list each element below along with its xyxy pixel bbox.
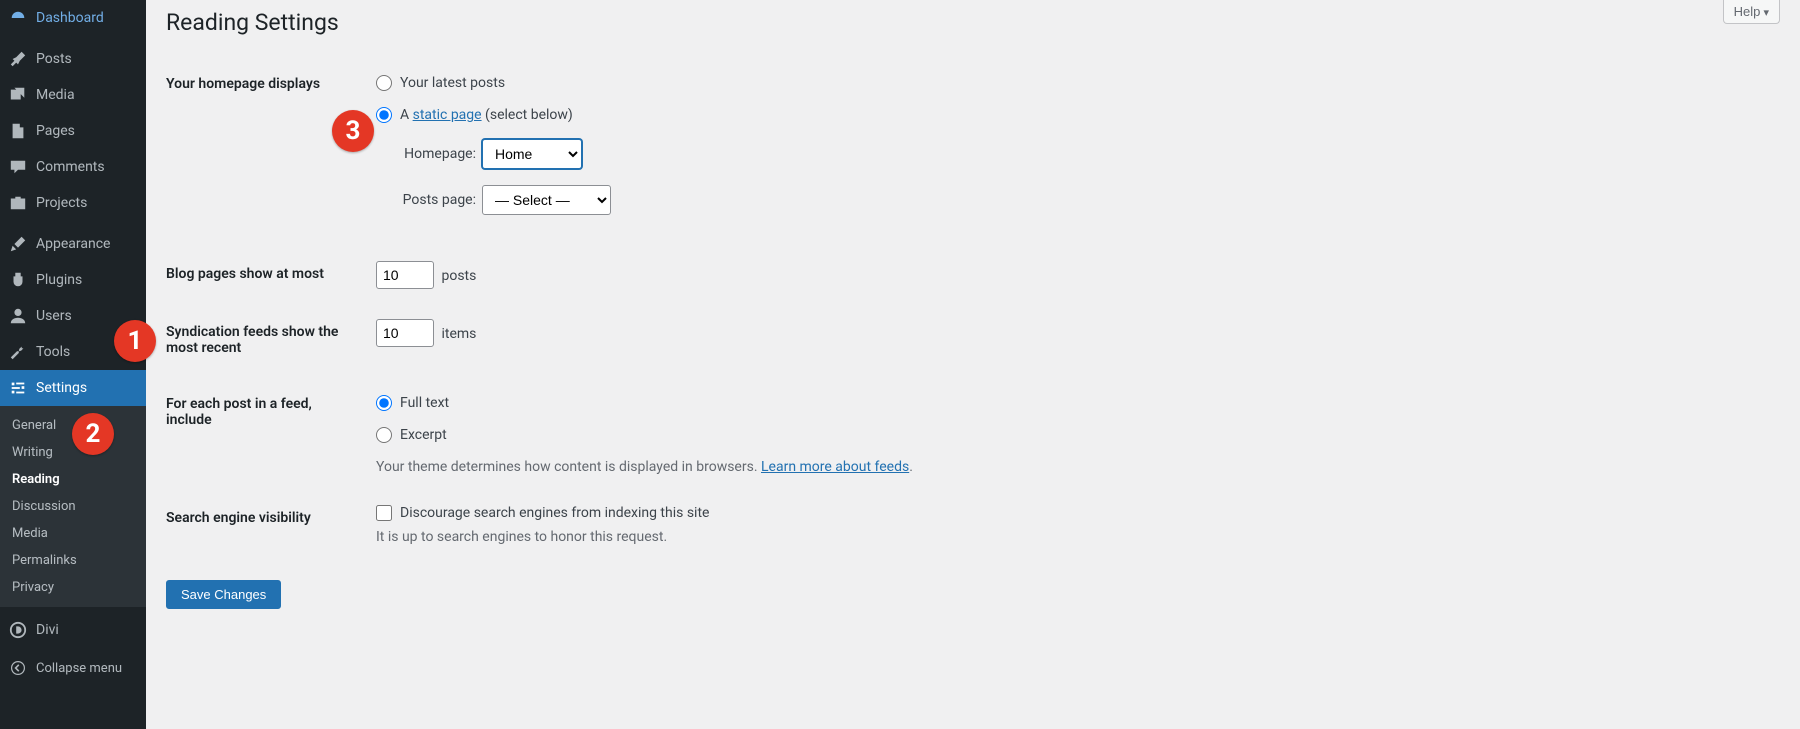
blog-pages-input[interactable] — [376, 261, 434, 289]
annotation-badge-2: 2 — [72, 413, 114, 455]
collapse-menu-button[interactable]: Collapse menu — [0, 650, 146, 686]
submenu-item-reading[interactable]: Reading — [0, 466, 146, 493]
sidebar-item-label: Plugins — [36, 272, 82, 288]
save-changes-button[interactable]: Save Changes — [166, 580, 281, 609]
sidebar-item-label: Users — [36, 308, 72, 324]
field-label-blogpages: Blog pages show at most — [166, 246, 366, 304]
syndication-input[interactable] — [376, 319, 434, 347]
feed-desc-prefix: Your theme determines how content is dis… — [376, 459, 761, 475]
sidebar-item-projects[interactable]: Projects — [0, 185, 146, 221]
submenu-item-privacy[interactable]: Privacy — [0, 574, 146, 601]
collapse-menu-label: Collapse menu — [36, 661, 122, 676]
portfolio-icon — [8, 193, 28, 213]
submenu-item-discussion[interactable]: Discussion — [0, 493, 146, 520]
annotation-badge-1: 1 — [114, 320, 156, 362]
collapse-icon — [8, 658, 28, 678]
homepage-select[interactable]: Home — [482, 139, 582, 169]
sidebar-item-comments[interactable]: Comments — [0, 149, 146, 185]
postspage-select-label: Posts page: — [396, 192, 476, 208]
feed-include-description: Your theme determines how content is dis… — [376, 459, 1770, 475]
settings-icon — [8, 378, 28, 398]
sidebar-item-label: Comments — [36, 159, 105, 175]
sidebar-item-plugins[interactable]: Plugins — [0, 262, 146, 298]
field-label-feed-include: For each post in a feed, include — [166, 376, 366, 490]
static-page-link[interactable]: static page — [413, 107, 482, 123]
search-visibility-description: It is up to search engines to honor this… — [376, 529, 1770, 545]
admin-sidebar: Dashboard Posts Media Pages Commen — [0, 0, 146, 729]
radio-static-page-label[interactable]: A static page (select below) — [400, 107, 573, 123]
pin-icon — [8, 49, 28, 69]
sidebar-item-label: Settings — [36, 380, 87, 396]
user-icon — [8, 306, 28, 326]
help-button[interactable]: Help — [1723, 0, 1780, 24]
discourage-search-checkbox[interactable] — [376, 505, 392, 521]
radio-static-page[interactable] — [376, 107, 392, 123]
submenu-item-media[interactable]: Media — [0, 520, 146, 547]
sidebar-item-pages[interactable]: Pages — [0, 113, 146, 149]
static-prefix-text: A — [400, 107, 413, 123]
wrench-icon — [8, 342, 28, 362]
media-icon — [8, 85, 28, 105]
submenu-item-permalinks[interactable]: Permalinks — [0, 547, 146, 574]
sidebar-item-media[interactable]: Media — [0, 77, 146, 113]
brush-icon — [8, 234, 28, 254]
sidebar-item-label: Media — [36, 87, 75, 103]
field-label-homepage: Your homepage displays — [166, 56, 366, 246]
sidebar-item-label: Pages — [36, 123, 75, 139]
syndication-suffix: items — [441, 326, 476, 342]
main-content: Help Reading Settings Your homepage disp… — [146, 0, 1800, 729]
homepage-select-label: Homepage: — [396, 146, 476, 162]
sidebar-item-label: Divi — [36, 622, 59, 638]
sidebar-item-label: Appearance — [36, 236, 110, 252]
static-suffix-text: (select below) — [482, 107, 573, 123]
sidebar-item-label: Posts — [36, 51, 72, 67]
postspage-select[interactable]: — Select — — [482, 185, 611, 215]
page-title: Reading Settings — [166, 0, 1780, 56]
sidebar-item-settings[interactable]: Settings — [0, 370, 146, 406]
radio-excerpt[interactable] — [376, 427, 392, 443]
sidebar-item-label: Tools — [36, 344, 70, 360]
radio-latest-posts-label[interactable]: Your latest posts — [400, 75, 505, 91]
discourage-search-label[interactable]: Discourage search engines from indexing … — [400, 505, 709, 521]
field-label-search-visibility: Search engine visibility — [166, 490, 366, 560]
sidebar-item-label: Projects — [36, 195, 87, 211]
sidebar-item-dashboard[interactable]: Dashboard — [0, 0, 146, 36]
radio-latest-posts[interactable] — [376, 75, 392, 91]
settings-form: Your homepage displays Your latest posts… — [166, 56, 1780, 560]
submenu-item-writing[interactable]: Writing — [0, 439, 146, 466]
sidebar-item-divi[interactable]: Divi — [0, 612, 146, 648]
sidebar-item-posts[interactable]: Posts — [0, 41, 146, 77]
radio-excerpt-label[interactable]: Excerpt — [400, 427, 447, 443]
plug-icon — [8, 270, 28, 290]
feed-desc-suffix: . — [909, 459, 913, 475]
radio-full-text[interactable] — [376, 395, 392, 411]
field-label-syndication: Syndication feeds show the most recent — [166, 304, 366, 376]
blog-pages-suffix: posts — [441, 268, 476, 284]
annotation-badge-3: 3 — [332, 110, 374, 152]
radio-full-text-label[interactable]: Full text — [400, 395, 449, 411]
comment-icon — [8, 157, 28, 177]
sidebar-item-appearance[interactable]: Appearance — [0, 226, 146, 262]
dashboard-icon — [8, 8, 28, 28]
learn-more-feeds-link[interactable]: Learn more about feeds — [761, 459, 909, 475]
page-icon — [8, 121, 28, 141]
sidebar-item-label: Dashboard — [36, 10, 104, 26]
divi-icon — [8, 620, 28, 640]
